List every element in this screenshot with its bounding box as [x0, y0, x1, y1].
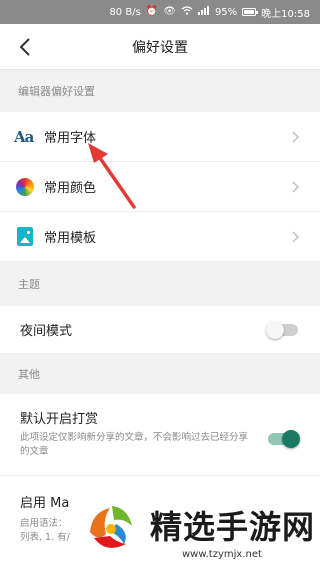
common-fonts-row[interactable]: Aa 常用字体 — [0, 112, 320, 162]
nav-bar: 偏好设置 — [0, 24, 320, 70]
battery-icon — [242, 8, 259, 16]
section-theme-title: 主题 — [18, 278, 40, 291]
common-fonts-label: 常用字体 — [44, 131, 97, 146]
common-templates-label: 常用模板 — [44, 231, 97, 246]
watermark: 精选手游网 www.tzymjx.net — [74, 492, 320, 567]
section-other-title: 其他 — [18, 368, 40, 381]
status-bar: 80 B/s ⏰ 👁 95% 晚上10:58 — [0, 0, 320, 24]
battery-percent: 95% — [214, 6, 238, 18]
section-header-other: 其他 — [0, 354, 320, 394]
common-colors-label: 常用颜色 — [44, 181, 97, 196]
color-wheel-icon — [16, 177, 34, 196]
chevron-right-icon — [292, 131, 299, 142]
font-aa-icon: Aa — [14, 127, 34, 146]
page-title: 偏好设置 — [132, 39, 188, 56]
back-button[interactable] — [14, 35, 36, 59]
toggle-knob — [282, 430, 300, 448]
reward-label: 默认开启打赏 — [20, 412, 99, 427]
common-templates-row[interactable]: 常用模板 — [0, 212, 320, 262]
night-mode-toggle[interactable] — [266, 320, 298, 339]
eye-icon: 👁 — [163, 6, 176, 17]
common-colors-row[interactable]: 常用颜色 — [0, 162, 320, 212]
watermark-text: 精选手游网 — [150, 508, 316, 546]
clock: 晚上10:58 — [261, 8, 310, 20]
network-speed: 80 B/s — [109, 6, 141, 18]
alarm-icon: ⏰ — [145, 6, 159, 17]
toggle-knob — [266, 320, 284, 339]
night-mode-label: 夜间模式 — [20, 324, 73, 339]
chevron-right-icon — [292, 181, 299, 192]
reward-row: 默认开启打赏 此项设定仅影响新分享的文章，不会影响过去已经分享的文章 — [0, 394, 320, 476]
chevron-right-icon — [292, 231, 299, 242]
section-editor-title: 编辑器偏好设置 — [18, 85, 95, 98]
markdown-label: 启用 Ma — [20, 496, 70, 511]
reward-toggle[interactable] — [268, 430, 300, 448]
watermark-logo-icon — [90, 506, 132, 548]
wifi-icon — [181, 6, 193, 18]
section-header-theme: 主题 — [0, 262, 320, 306]
signal-icon — [197, 6, 210, 18]
night-mode-row: 夜间模式 — [0, 306, 320, 354]
back-chevron-icon — [19, 38, 30, 56]
template-icon — [17, 227, 33, 246]
watermark-url: www.tzymjx.net — [182, 549, 262, 560]
reward-description: 此项设定仅影响新分享的文章，不会影响过去已经分享的文章 — [20, 432, 249, 457]
section-header-editor: 编辑器偏好设置 — [0, 70, 320, 112]
